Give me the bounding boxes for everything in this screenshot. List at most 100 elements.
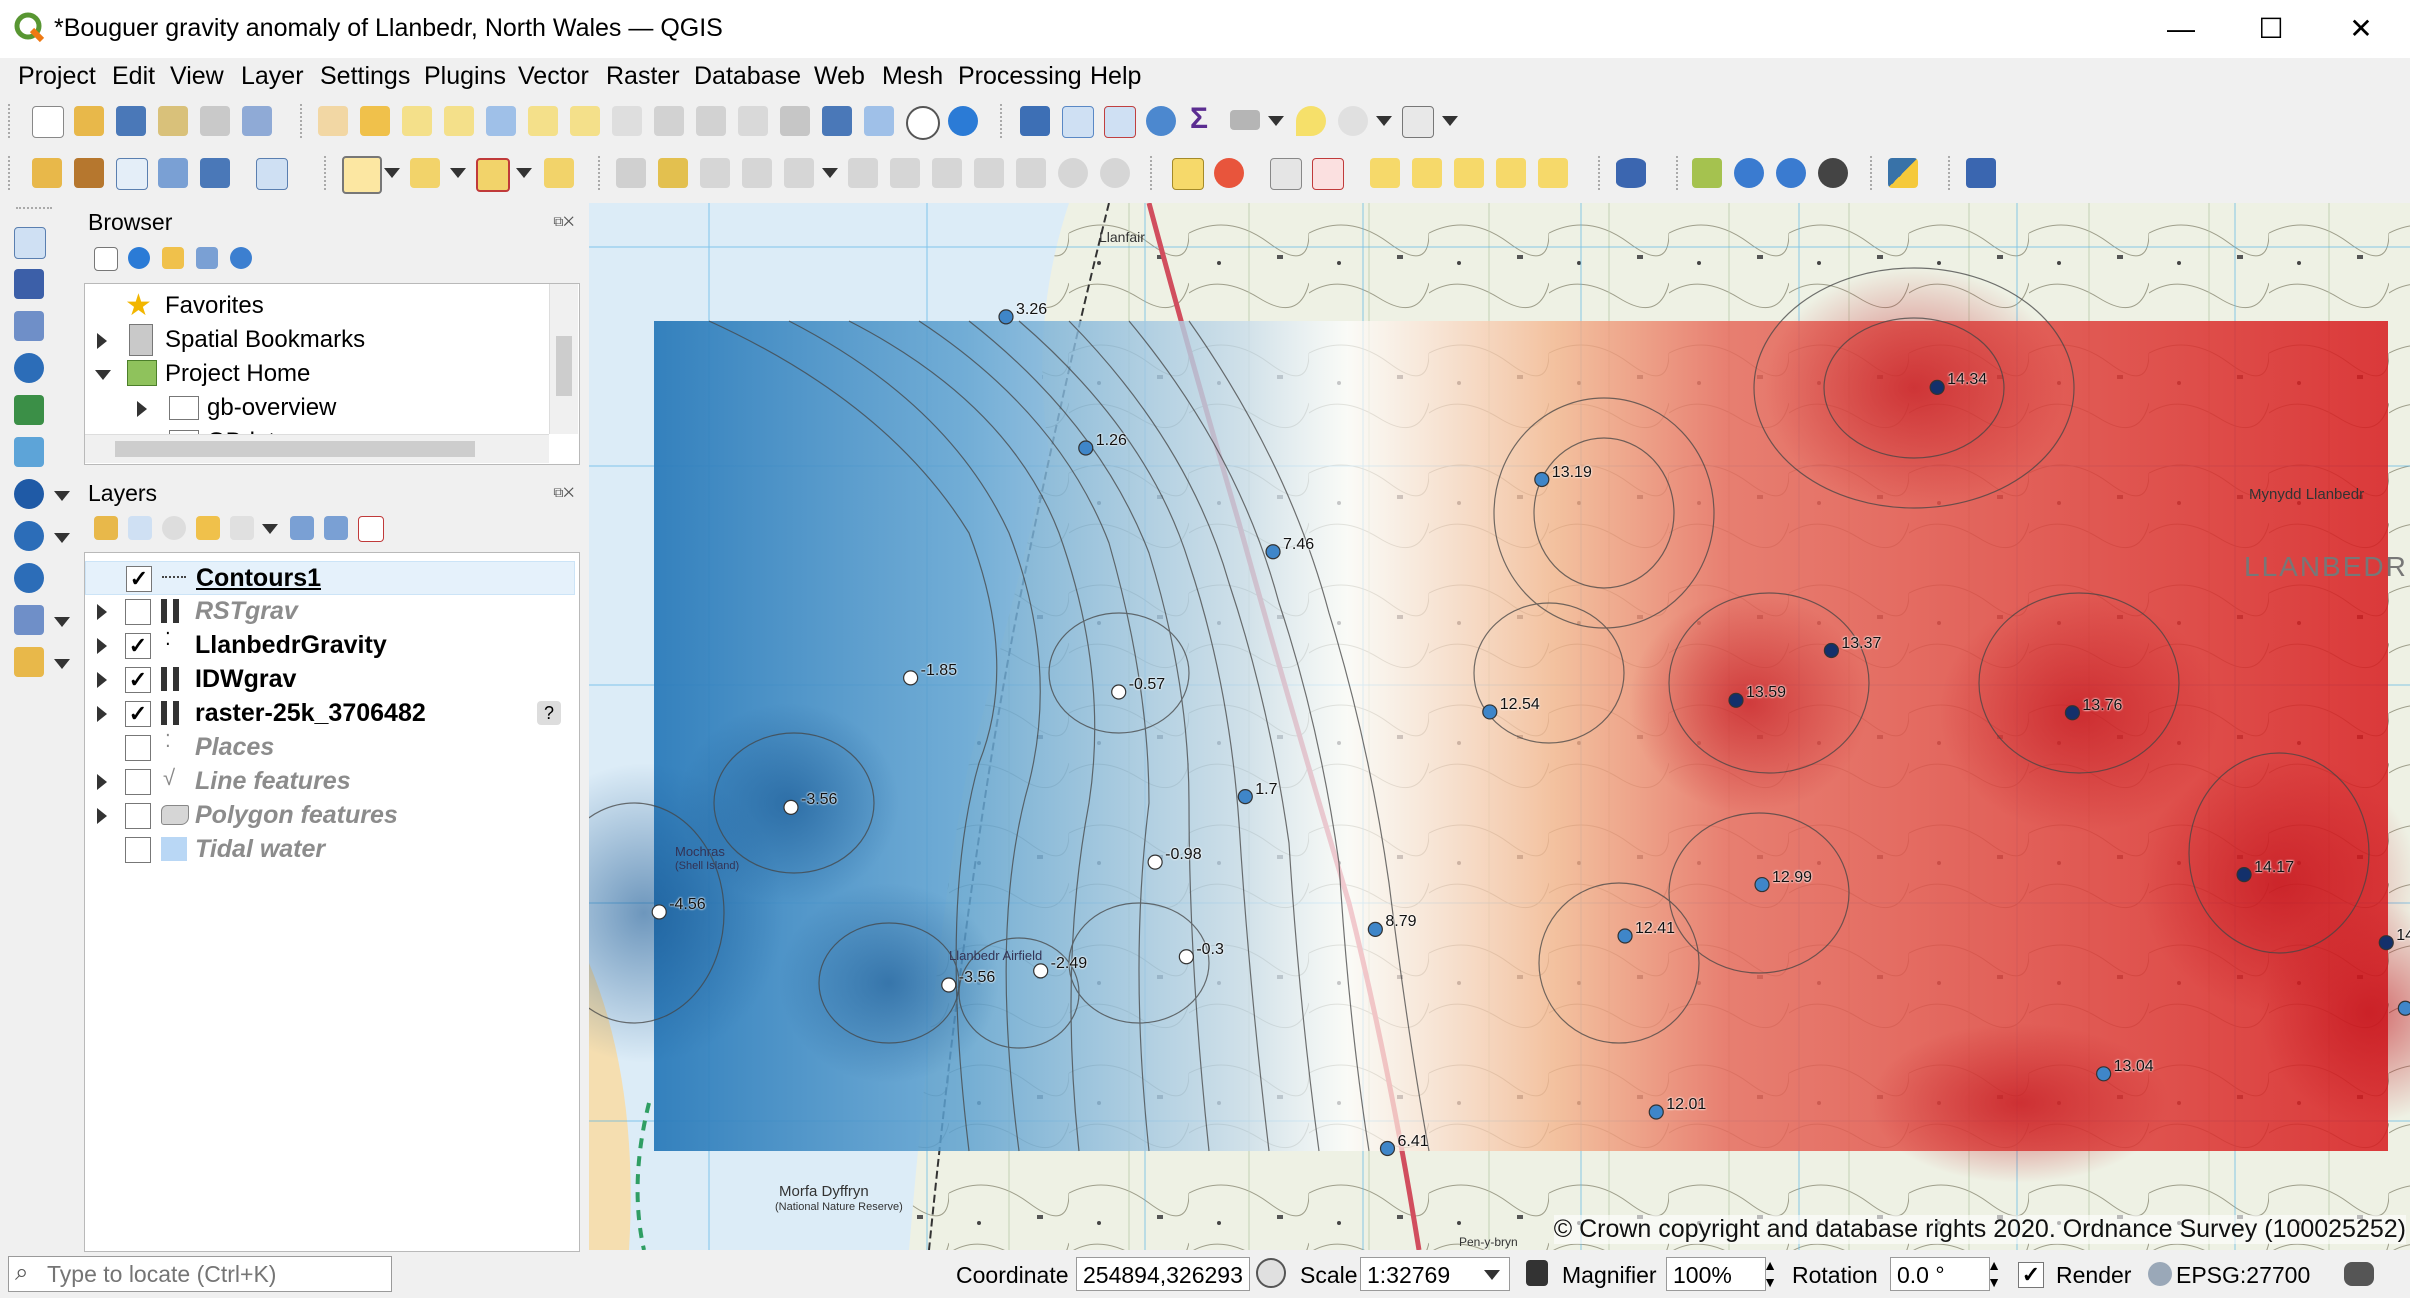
layer-visibility-checkbox[interactable] — [125, 837, 151, 863]
expand-arrow-icon[interactable] — [97, 672, 107, 688]
chevron-down-icon[interactable] — [516, 168, 532, 178]
menu-settings[interactable]: Settings — [320, 62, 410, 91]
chevron-down-icon[interactable] — [54, 659, 70, 669]
web-service-icon[interactable] — [1734, 158, 1764, 188]
toggle-extents-icon[interactable] — [1256, 1258, 1286, 1288]
menu-database[interactable]: Database — [694, 62, 801, 91]
toolbar-handle[interactable] — [324, 156, 332, 190]
layer-row-tidal-water[interactable]: Tidal water — [85, 833, 575, 867]
crs-globe-icon[interactable] — [2148, 1262, 2172, 1286]
processing-toolbox-icon[interactable] — [1146, 106, 1176, 136]
spinbox-arrows-icon[interactable]: ▲ ▼ — [1760, 1257, 1780, 1291]
layer-row-polygon-features[interactable]: Polygon features — [85, 799, 575, 833]
filter-icon[interactable] — [162, 247, 184, 269]
delete-selected-icon[interactable] — [890, 158, 920, 188]
layer-row-places[interactable]: ⁚ Places — [85, 731, 575, 765]
label-pin-icon[interactable] — [1270, 158, 1302, 190]
toolbar-handle[interactable] — [300, 104, 308, 138]
chevron-down-icon[interactable] — [54, 617, 70, 627]
gravity-station-point[interactable] — [1379, 1140, 1396, 1157]
add-feature-icon[interactable] — [742, 158, 772, 188]
locator-input[interactable] — [45, 1259, 379, 1289]
gravity-station-point[interactable] — [2397, 1000, 2410, 1016]
add-group-icon[interactable] — [128, 516, 152, 540]
zoom-native-icon[interactable] — [612, 106, 642, 136]
layer-visibility-checkbox[interactable] — [125, 599, 151, 625]
gravity-station-point[interactable] — [2236, 867, 2252, 883]
new-shapefile-icon[interactable] — [116, 158, 148, 190]
refresh-icon[interactable] — [128, 247, 150, 269]
gravity-station-point[interactable] — [1617, 928, 1633, 944]
maximize-button[interactable]: ☐ — [2226, 0, 2316, 58]
refresh-icon[interactable] — [948, 106, 978, 136]
current-edits-icon[interactable] — [616, 158, 646, 188]
layer-visibility-checkbox[interactable] — [125, 769, 151, 795]
statistical-summary-icon[interactable]: Σ — [1190, 102, 1208, 136]
add-vector-tile-icon[interactable] — [14, 647, 44, 677]
gravity-station-point[interactable] — [651, 904, 667, 920]
toolbar-handle[interactable] — [1870, 156, 1878, 190]
map-canvas[interactable]: Llanfair Morfa Dyffryn (National Nature … — [589, 203, 2410, 1250]
collapse-all-icon[interactable] — [324, 516, 348, 540]
layer-row-rstgrav[interactable]: RSTgrav — [85, 595, 575, 629]
measure-line-icon[interactable] — [1230, 110, 1260, 130]
menu-edit[interactable]: Edit — [112, 62, 155, 91]
rotation-spinbox[interactable]: 0.0 ° — [1890, 1257, 1990, 1291]
unknown-crs-icon[interactable]: ? — [537, 701, 561, 725]
chevron-down-icon[interactable] — [822, 168, 838, 178]
layer-visibility-checkbox[interactable] — [125, 803, 151, 829]
open-project-icon[interactable] — [74, 106, 104, 136]
layer-visibility-checkbox[interactable]: ✓ — [126, 566, 152, 592]
metasearch-icon[interactable] — [1818, 158, 1848, 188]
chevron-down-icon[interactable] — [1442, 116, 1458, 126]
gravity-station-point[interactable] — [2096, 1066, 2112, 1082]
render-checkbox[interactable]: ✓ — [2018, 1262, 2044, 1288]
deselect-features-icon[interactable] — [476, 158, 510, 192]
layer-row-contours1[interactable]: ✓ Contours1 — [85, 561, 575, 595]
toolbar-handle[interactable] — [1150, 156, 1158, 190]
gravity-station-point[interactable] — [1237, 788, 1253, 805]
visibility-icon[interactable] — [162, 516, 186, 540]
expand-arrow-icon[interactable] — [97, 604, 107, 620]
toolbar-handle[interactable] — [16, 207, 52, 215]
chevron-down-icon[interactable] — [384, 168, 400, 178]
field-calculator-icon[interactable] — [1104, 106, 1136, 138]
layer-visibility-checkbox[interactable] — [125, 735, 151, 761]
layer-row-llanbedrgravity[interactable]: ✓ ⁚ LlanbedrGravity — [85, 629, 575, 663]
browser-hscrollbar[interactable] — [85, 434, 549, 463]
chevron-down-icon[interactable] — [1376, 116, 1392, 126]
browser-vscrollbar[interactable] — [549, 284, 578, 434]
expand-all-icon[interactable] — [290, 516, 314, 540]
expand-arrow-icon[interactable] — [97, 774, 107, 790]
undo-icon[interactable] — [1058, 158, 1088, 188]
toolbar-handle[interactable] — [598, 156, 606, 190]
gravity-station-point[interactable] — [2378, 935, 2394, 951]
gravity-station-point[interactable] — [783, 799, 799, 815]
label-change-icon[interactable] — [1454, 158, 1484, 188]
panel-float-close-icon[interactable]: ⧉✕ — [553, 213, 574, 230]
add-delimited-text-icon[interactable] — [14, 353, 44, 383]
menu-plugins[interactable]: Plugins — [424, 62, 506, 91]
gravity-station-point[interactable] — [998, 309, 1014, 325]
label-show-hide-icon[interactable] — [1496, 158, 1526, 188]
text-annotation-icon[interactable] — [1402, 106, 1434, 138]
zoom-full-icon[interactable] — [486, 106, 516, 136]
gravity-station-point[interactable] — [1111, 684, 1127, 700]
modify-attributes-icon[interactable] — [848, 158, 878, 188]
toolbar-handle[interactable] — [8, 104, 16, 138]
style-manager-icon[interactable] — [242, 106, 272, 136]
save-project-icon[interactable] — [116, 106, 146, 136]
label-rotate-icon[interactable] — [1412, 158, 1442, 188]
new-3d-view-icon[interactable] — [780, 106, 810, 136]
label-hide-icon[interactable] — [1312, 158, 1344, 190]
expand-arrow-icon[interactable] — [97, 808, 107, 824]
web-search-icon[interactable] — [1776, 158, 1806, 188]
lock-scale-icon[interactable] — [1526, 1260, 1548, 1286]
messages-icon[interactable] — [2344, 1262, 2374, 1286]
chevron-down-icon[interactable] — [1484, 1270, 1500, 1280]
select-location-icon[interactable] — [544, 158, 574, 188]
new-print-layout-icon[interactable] — [158, 106, 188, 136]
pan-to-selection-icon[interactable] — [360, 106, 390, 136]
add-geopackage-icon[interactable] — [74, 158, 104, 188]
layout-manager-icon[interactable] — [200, 106, 230, 136]
